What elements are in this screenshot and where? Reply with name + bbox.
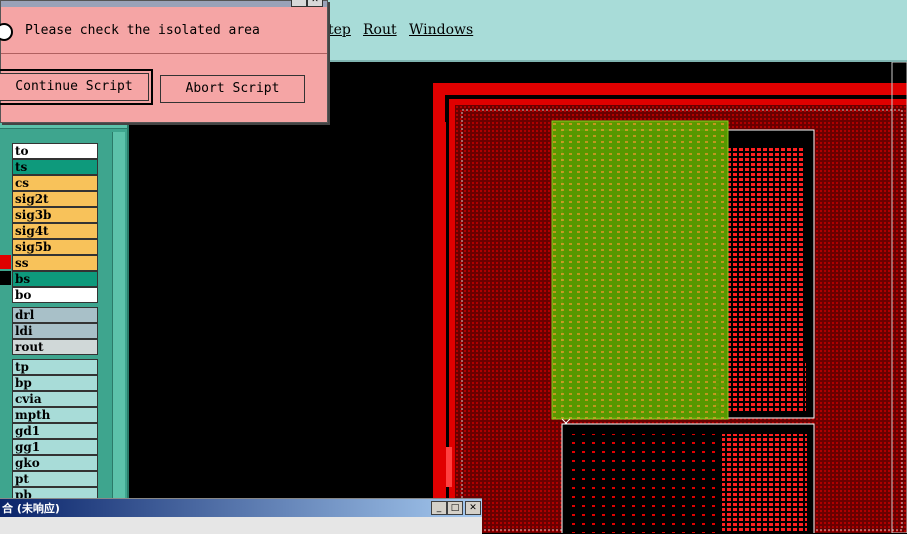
dialog-separator [1, 53, 327, 54]
layer-item-drl[interactable]: drl [12, 307, 98, 323]
not-responding-window: 合 (未响应) _ □ ✕ [0, 498, 482, 534]
active-layer-marker [0, 255, 11, 269]
layer-panel-scrollbar[interactable] [112, 132, 125, 522]
layer-item-gd1[interactable]: gd1 [12, 423, 98, 439]
window-titlebar[interactable]: 合 (未响应) _ □ ✕ [0, 499, 482, 517]
window-maximize-button[interactable]: □ [447, 501, 463, 515]
dialog-titlebar [1, 1, 327, 7]
layer-item-mpth[interactable]: mpth [12, 407, 98, 423]
layer-item-tp[interactable]: tp [12, 359, 98, 375]
layer-item-to[interactable]: to [12, 143, 98, 159]
info-icon [0, 23, 13, 41]
dialog-close-button[interactable]: ✕ [307, 0, 323, 7]
window-title: 合 (未响应) [2, 502, 60, 515]
menu-rout[interactable]: Rout [363, 22, 397, 38]
layer-item-bp[interactable]: bp [12, 375, 98, 391]
layer-item-sig4t[interactable]: sig4t [12, 223, 98, 239]
layer-item-cvia[interactable]: cvia [12, 391, 98, 407]
pcb-canvas[interactable] [0, 62, 907, 533]
layer-item-pt[interactable]: pt [12, 471, 98, 487]
layer-item-ldi[interactable]: ldi [12, 323, 98, 339]
layer-marker [0, 271, 11, 285]
layer-panel: to ts cs sig2t sig3b sig4t sig5b ss bs bo drl ldi ro… [0, 118, 129, 533]
dialog-minimize-button[interactable] [291, 0, 307, 7]
layer-item-sig5b[interactable]: sig5b [12, 239, 98, 255]
layer-item-rout[interactable]: rout [12, 339, 98, 355]
layer-item-gg1[interactable]: gg1 [12, 439, 98, 455]
layer-item-gko[interactable]: gko [12, 455, 98, 471]
continue-script-button[interactable]: Continue Script [0, 69, 153, 105]
layer-item-bs[interactable]: bs [12, 271, 98, 287]
menu-step[interactable]: tep [328, 22, 351, 38]
layer-item-sig3b[interactable]: sig3b [12, 207, 98, 223]
layer-item-ts[interactable]: ts [12, 159, 98, 175]
layer-item-bo[interactable]: bo [12, 287, 98, 303]
isolated-area-highlight [552, 121, 728, 419]
layer-item-sig2t[interactable]: sig2t [12, 191, 98, 207]
window-minimize-button[interactable]: _ [431, 501, 447, 515]
abort-script-button[interactable]: Abort Script [160, 75, 305, 103]
alert-dialog: ✕ Please check the isolated area Continu… [0, 0, 328, 123]
window-close-button[interactable]: ✕ [465, 501, 481, 515]
dialog-message: Please check the isolated area [25, 23, 260, 38]
layer-item-cs[interactable]: cs [12, 175, 98, 191]
menu-windows[interactable]: Windows [409, 22, 473, 38]
layer-item-ss[interactable]: ss [12, 255, 98, 271]
